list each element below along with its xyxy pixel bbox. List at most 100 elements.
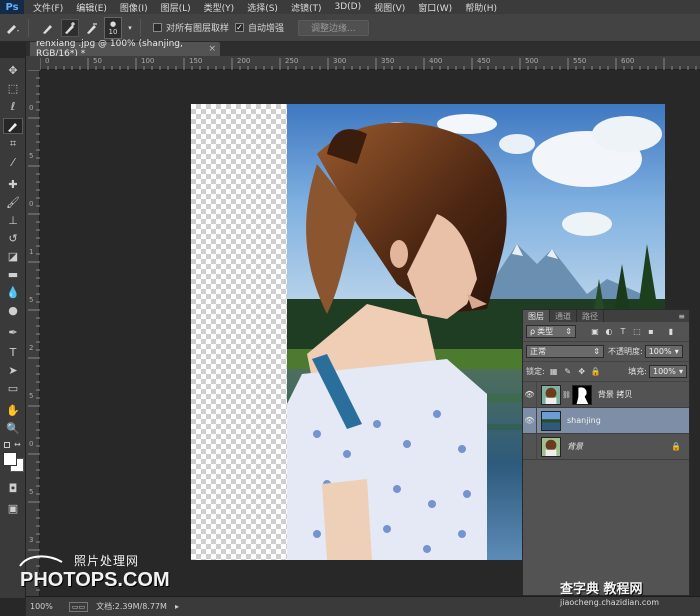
default-colors-icon[interactable] xyxy=(4,442,10,448)
lock-transparent-icon[interactable]: ▦ xyxy=(549,367,559,377)
ruler-label: 450 xyxy=(477,57,491,65)
eye-icon[interactable]: 👁 xyxy=(523,381,537,408)
layer-name: 背景 拷贝 xyxy=(597,390,633,399)
auto-enhance-checkbox[interactable]: ✓ xyxy=(235,23,245,32)
foreground-color-swatch[interactable] xyxy=(3,452,17,466)
ruler-label: 2 xyxy=(29,344,34,352)
menu-image[interactable]: 图像(I) xyxy=(116,1,152,14)
chevron-down-icon[interactable]: ▾ xyxy=(126,19,134,37)
tool-preset-picker-icon[interactable] xyxy=(4,19,22,37)
layer-filter-select[interactable]: ρ 类型 ⇕ xyxy=(526,325,576,338)
zoom-tool-icon[interactable]: 🔍 xyxy=(3,420,23,436)
watermark-logo xyxy=(19,555,63,567)
ruler-label: 400 xyxy=(429,57,443,65)
lasso-tool-icon[interactable]: ℓ xyxy=(3,98,23,114)
eyedropper-tool-icon[interactable]: ⁄ xyxy=(3,154,23,170)
chevron-down-icon: ⇕ xyxy=(593,347,600,356)
menu-file[interactable]: 文件(F) xyxy=(29,1,67,14)
blur-tool-icon[interactable]: 💧 xyxy=(3,284,23,300)
site-stamp: 查字典 教程网 jiaocheng.chazidian.com xyxy=(560,578,696,616)
hand-tool-icon[interactable]: ✋ xyxy=(3,402,23,418)
layer-row-background[interactable]: 背景 🔒 xyxy=(523,433,689,460)
link-icon[interactable]: ⛓ xyxy=(562,391,571,399)
tab-paths[interactable]: 路径 xyxy=(577,310,604,322)
path-selection-tool-icon[interactable]: ➤ xyxy=(3,362,23,378)
layers-panel-tabs: 图层 通道 路径 ≡ xyxy=(523,310,689,322)
zoom-level[interactable]: 100% xyxy=(30,602,53,611)
ruler-label: 200 xyxy=(237,57,251,65)
menu-filter[interactable]: 滤镜(T) xyxy=(287,1,326,14)
panel-menu-icon[interactable]: ≡ xyxy=(678,310,685,322)
lock-fill-row: 锁定: ▦ ✎ ✥ 🔒 填充: 100% ▾ xyxy=(523,362,689,382)
filter-pixel-icon[interactable]: ▣ xyxy=(590,327,600,337)
menu-window[interactable]: 窗口(W) xyxy=(414,1,456,14)
filter-adjustment-icon[interactable]: ◐ xyxy=(604,327,614,337)
layer-name: 背景 xyxy=(567,442,583,451)
type-tool-icon[interactable]: T xyxy=(3,344,23,360)
blend-opacity-row: 正常 ⇕ 不透明度: 100% ▾ xyxy=(523,342,689,362)
brush-tool-icon[interactable]: 🖌 xyxy=(3,194,23,210)
fill-input[interactable]: 100% ▾ xyxy=(649,365,687,378)
marquee-tool-icon[interactable]: ⬚ xyxy=(3,80,23,96)
pen-tool-icon[interactable]: ✒ xyxy=(3,324,23,340)
brush-size-picker[interactable]: ● 10 xyxy=(104,16,122,39)
eraser-tool-icon[interactable]: ◪ xyxy=(3,248,23,264)
menu-type[interactable]: 类型(Y) xyxy=(200,1,239,14)
layers-panel: 图层 通道 路径 ≡ ρ 类型 ⇕ ▣ ◐ T ⬚ ▪ ▮ 正常 ⇕ 不透明度: xyxy=(522,309,690,596)
history-brush-tool-icon[interactable]: ↺ xyxy=(3,230,23,246)
menu-view[interactable]: 视图(V) xyxy=(370,1,409,14)
move-tool-icon[interactable]: ✥ xyxy=(3,62,23,78)
eye-icon[interactable]: 👁 xyxy=(523,407,537,434)
filter-type-icon[interactable]: T xyxy=(618,327,628,337)
opacity-input[interactable]: 100% ▾ xyxy=(644,345,683,358)
layer-mask-thumbnail[interactable] xyxy=(571,384,592,405)
auto-enhance-option[interactable]: ✓ 自动增强 xyxy=(235,21,284,34)
healing-brush-tool-icon[interactable]: ✚ xyxy=(3,176,23,192)
filter-toggle-icon[interactable]: ▮ xyxy=(666,327,676,337)
swap-colors-icon[interactable]: ↔ xyxy=(14,440,21,449)
sample-all-layers-checkbox[interactable] xyxy=(153,23,162,32)
subtract-selection-brush-icon[interactable] xyxy=(83,19,101,37)
chevron-down-icon: ▾ xyxy=(674,347,679,356)
ruler-label: 0 xyxy=(29,104,34,112)
blend-mode-select[interactable]: 正常 ⇕ xyxy=(526,345,604,358)
screen-mode-icon[interactable]: ▣ xyxy=(3,500,23,516)
layer-row-background-copy[interactable]: 👁 ⛓ 背景 拷贝 xyxy=(523,381,689,408)
chevron-right-icon[interactable]: ▸ xyxy=(175,602,179,611)
filter-smart-object-icon[interactable]: ▪ xyxy=(646,327,656,337)
menu-help[interactable]: 帮助(H) xyxy=(461,1,501,14)
filter-shape-icon[interactable]: ⬚ xyxy=(632,327,642,337)
quick-selection-tool-icon[interactable] xyxy=(3,118,23,134)
share-icon[interactable]: ▭▭ xyxy=(68,601,89,612)
ruler-label: 350 xyxy=(381,57,395,65)
refine-edge-button[interactable]: 调整边缘... xyxy=(298,19,369,36)
dodge-tool-icon[interactable]: ● xyxy=(3,302,23,318)
visibility-toggle-empty[interactable] xyxy=(523,433,537,460)
tab-layers[interactable]: 图层 xyxy=(523,310,550,322)
document-tab[interactable]: renxiang .jpg @ 100% (shanjing, RGB/16*)… xyxy=(30,39,220,59)
gradient-tool-icon[interactable]: ▬ xyxy=(3,266,23,282)
ruler-label: 0 xyxy=(29,440,34,448)
clone-stamp-tool-icon[interactable]: ⊥ xyxy=(3,212,23,228)
tab-channels[interactable]: 通道 xyxy=(550,310,577,322)
rectangle-tool-icon[interactable]: ▭ xyxy=(3,380,23,396)
lock-position-icon[interactable]: ✥ xyxy=(577,367,587,377)
ruler-label: 150 xyxy=(189,57,203,65)
layer-row-shanjing[interactable]: 👁 shanjing xyxy=(523,407,689,434)
layer-filter-kind: 类型 xyxy=(537,327,554,336)
menu-3d[interactable]: 3D(D) xyxy=(330,2,365,12)
watermark: 照片处理网 PHOTOPS.COM xyxy=(19,552,170,592)
close-icon[interactable]: × xyxy=(208,44,216,54)
photoshop-window: Ps 文件(F) 编辑(E) 图像(I) 图层(L) 类型(Y) 选择(S) 滤… xyxy=(0,0,700,616)
add-to-selection-brush-icon[interactable] xyxy=(61,18,79,37)
lock-image-icon[interactable]: ✎ xyxy=(563,367,573,377)
menu-layer[interactable]: 图层(L) xyxy=(157,1,195,14)
menu-select[interactable]: 选择(S) xyxy=(243,1,282,14)
menu-bar: Ps 文件(F) 编辑(E) 图像(I) 图层(L) 类型(Y) 选择(S) 滤… xyxy=(0,0,700,14)
menu-edit[interactable]: 编辑(E) xyxy=(72,1,111,14)
sample-all-layers-option[interactable]: 对所有图层取样 xyxy=(153,21,229,34)
crop-tool-icon[interactable]: ⌗ xyxy=(3,136,23,152)
quick-mask-icon[interactable]: ◘ xyxy=(3,480,23,496)
new-selection-brush-icon[interactable] xyxy=(39,19,57,37)
lock-all-icon[interactable]: 🔒 xyxy=(591,367,601,377)
